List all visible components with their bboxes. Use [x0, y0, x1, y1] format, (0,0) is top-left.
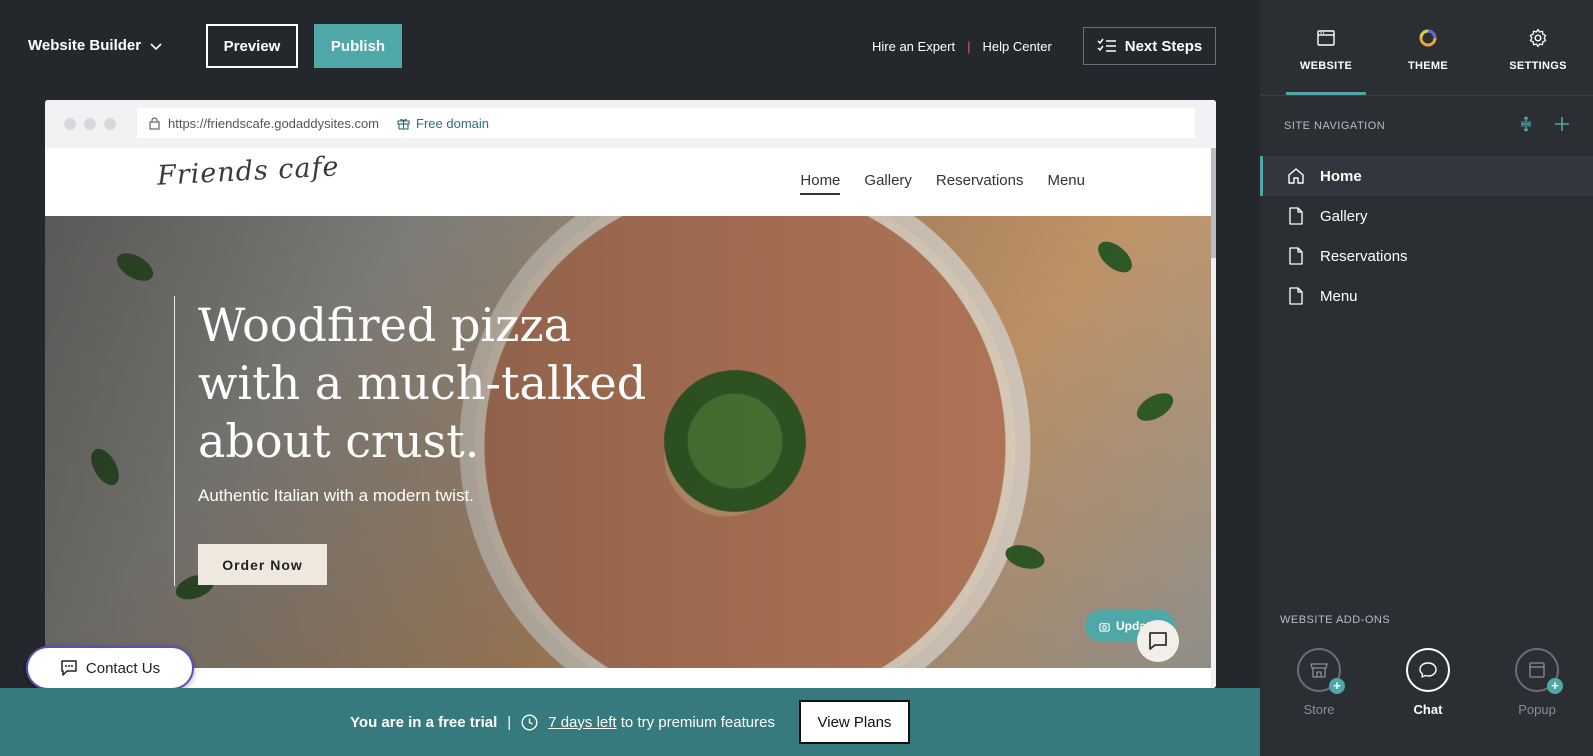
nav-item-label: Gallery	[1320, 207, 1368, 225]
store-icon	[1310, 663, 1328, 678]
chat-widget-button[interactable]	[1137, 620, 1179, 662]
days-left-link[interactable]: 7 days left	[548, 714, 616, 731]
hero-title-line: with a much-talked	[198, 356, 647, 410]
preview-button[interactable]: Preview	[206, 24, 298, 68]
link-separator: |	[967, 39, 971, 54]
top-links: Hire an Expert | Help Center	[872, 39, 1052, 54]
site-navigation-heading: SITE NAVIGATION	[1284, 120, 1386, 132]
tab-website[interactable]: WEBSITE	[1276, 28, 1376, 95]
page-icon	[1289, 207, 1303, 225]
page-icon	[1289, 247, 1303, 265]
site-navigation-list: Home Gallery Reservations Menu	[1260, 156, 1593, 316]
nav-item-gallery[interactable]: Gallery	[1260, 196, 1593, 236]
addon-chat[interactable]: Chat	[1387, 648, 1469, 717]
editor-side-panel: WEBSITE THEME SETTINGS SITE NAVIGATION H…	[1260, 0, 1593, 756]
theme-color-ring-icon	[1419, 29, 1437, 47]
nav-item-menu[interactable]: Menu	[1260, 276, 1593, 316]
brand-label: Website Builder	[28, 37, 142, 54]
view-plans-button[interactable]: View Plans	[798, 700, 910, 744]
site-nav-home[interactable]: Home	[800, 172, 841, 195]
publish-button[interactable]: Publish	[314, 24, 402, 68]
next-steps-label: Next Steps	[1124, 37, 1203, 55]
clock-icon	[521, 713, 538, 731]
site-navigation-actions	[1518, 116, 1570, 132]
reorder-icon[interactable]	[1518, 116, 1534, 132]
site-header: Friends cafe Home Gallery Reservations M…	[45, 148, 1211, 216]
chat-bubble-icon	[1149, 632, 1167, 650]
browser-bar: https://friendscafe.godaddysites.com Fre…	[45, 100, 1216, 148]
site-nav-menu[interactable]: Menu	[1047, 172, 1085, 195]
tab-settings-label: SETTINGS	[1509, 60, 1567, 72]
addon-label: Popup	[1518, 702, 1556, 717]
hero-title-line: Woodfired pizza	[198, 298, 572, 352]
panel-tabs: WEBSITE THEME SETTINGS	[1260, 0, 1593, 96]
nav-item-label: Menu	[1320, 287, 1358, 305]
browser-window-icon	[1317, 30, 1335, 46]
addon-label: Chat	[1413, 702, 1443, 717]
trial-text: You are in a free trial	[350, 713, 498, 731]
lock-icon	[149, 116, 160, 130]
tab-theme[interactable]: THEME	[1378, 28, 1478, 72]
addon-popup[interactable]: + Popup	[1496, 648, 1578, 717]
site-logo[interactable]: Friends cafe	[156, 151, 340, 192]
addon-label: Store	[1303, 702, 1335, 717]
hero-subtitle: Authentic Italian with a modern twist.	[198, 486, 474, 505]
site-content: Friends cafe Home Gallery Reservations M…	[45, 148, 1211, 688]
top-bar: Website Builder Preview Publish Hire an …	[0, 0, 1260, 92]
site-nav-reservations[interactable]: Reservations	[936, 172, 1024, 195]
free-trial-bar: You are in a free trial | 7 days left to…	[0, 688, 1260, 756]
next-steps-button[interactable]: Next Steps	[1083, 27, 1216, 65]
home-icon	[1288, 168, 1304, 184]
trial-separator: |	[507, 713, 512, 731]
hero-title-line: about crust.	[198, 414, 480, 468]
camera-icon	[1099, 622, 1110, 632]
nav-item-label: Reservations	[1320, 247, 1408, 265]
chevron-down-icon	[150, 42, 162, 50]
tab-theme-label: THEME	[1408, 60, 1448, 72]
website-addons: + Store Chat + Popup	[1278, 648, 1578, 717]
site-preview-frame: https://friendscafe.godaddysites.com Fre…	[45, 100, 1216, 688]
trial-days-line: 7 days left to try premium features	[548, 714, 775, 731]
help-center-link[interactable]: Help Center	[982, 39, 1051, 54]
tab-website-label: WEBSITE	[1299, 60, 1353, 72]
site-nav-gallery[interactable]: Gallery	[864, 172, 912, 195]
hero-section[interactable]: Woodfired pizza with a much-talked about…	[45, 216, 1211, 668]
nav-item-home[interactable]: Home	[1260, 156, 1593, 196]
message-icon	[61, 660, 77, 676]
tab-settings[interactable]: SETTINGS	[1488, 28, 1588, 72]
contact-us-label: Contact Us	[85, 659, 161, 677]
gift-icon	[397, 118, 410, 130]
free-domain-link[interactable]: Free domain	[397, 116, 489, 131]
chat-bubble-icon	[1419, 662, 1437, 678]
checklist-icon	[1097, 38, 1116, 52]
page-icon	[1289, 287, 1303, 305]
nav-item-reservations[interactable]: Reservations	[1260, 236, 1593, 276]
website-builder-menu[interactable]: Website Builder	[28, 37, 163, 54]
hero-title: Woodfired pizza with a much-talked about…	[198, 296, 678, 470]
trial-suffix: to try premium features	[620, 713, 775, 731]
gear-icon	[1529, 28, 1547, 48]
add-popup-icon: +	[1547, 678, 1563, 694]
free-domain-label: Free domain	[416, 115, 489, 131]
site-url: https://friendscafe.godaddysites.com	[168, 115, 380, 131]
add-store-icon: +	[1329, 678, 1345, 694]
website-addons-heading: WEBSITE ADD-ONS	[1280, 614, 1391, 626]
addon-store[interactable]: + Store	[1278, 648, 1360, 717]
hero-accent-line	[174, 296, 175, 586]
hire-expert-link[interactable]: Hire an Expert	[872, 39, 955, 54]
order-now-button[interactable]: Order Now	[198, 544, 327, 585]
contact-us-button[interactable]: Contact Us	[26, 646, 194, 690]
window-dots	[64, 118, 116, 130]
url-bar: https://friendscafe.godaddysites.com Fre…	[137, 108, 1195, 138]
preview-scrollbar[interactable]	[1211, 148, 1216, 688]
popup-window-icon	[1529, 662, 1545, 678]
nav-item-label: Home	[1320, 167, 1362, 185]
site-nav: Home Gallery Reservations Menu	[800, 172, 1085, 195]
add-page-icon[interactable]	[1554, 116, 1570, 132]
